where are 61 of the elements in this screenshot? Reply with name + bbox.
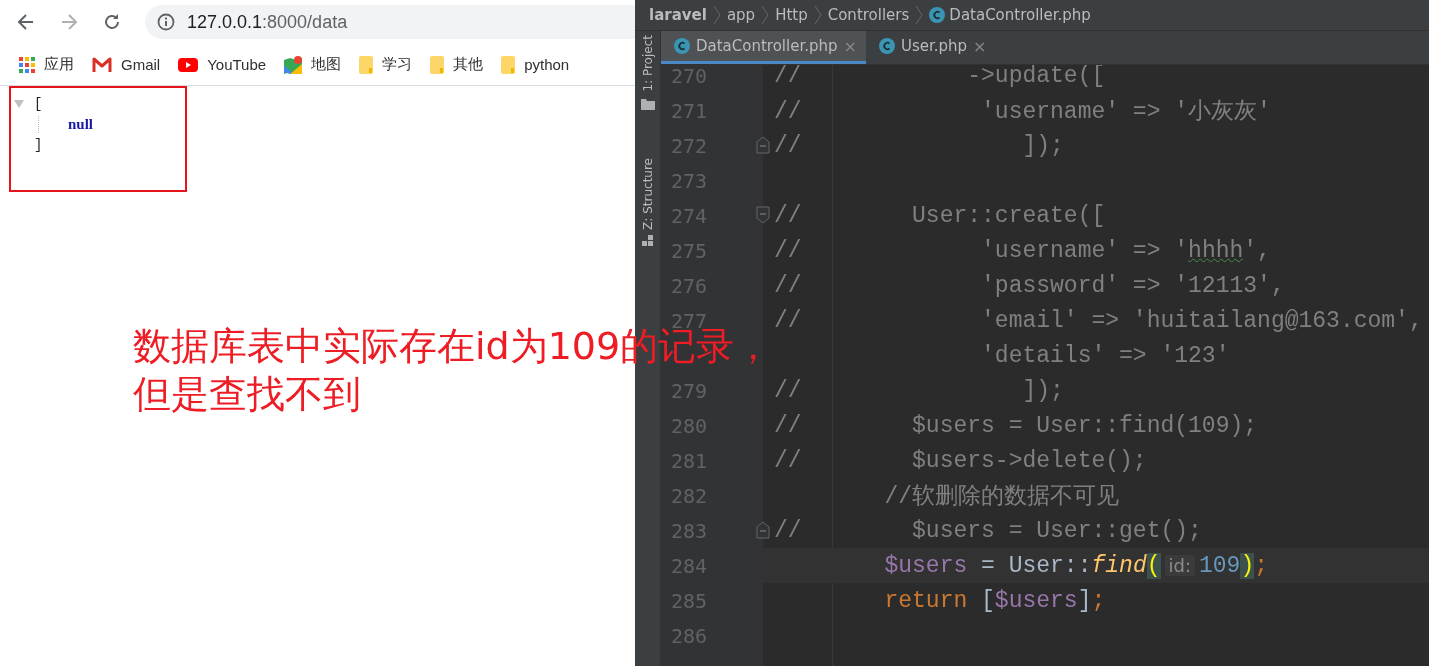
code-line: // ]);: [774, 132, 1064, 159]
json-bracket: [: [34, 96, 43, 112]
fold-icon[interactable]: [756, 206, 770, 224]
code-line: // $users->delete();: [774, 447, 1147, 474]
code-line: // 'password' => '12113',: [774, 272, 1285, 299]
chevron-icon: [915, 5, 924, 25]
bookmark[interactable]: 地图: [284, 55, 342, 74]
class-icon: [929, 7, 946, 23]
breadcrumb[interactable]: DataController.php: [929, 6, 1091, 24]
breadcrumb[interactable]: laravel: [649, 6, 707, 24]
code-line: // 'username' => '小灰灰': [774, 98, 1271, 126]
json-value: null: [68, 116, 95, 133]
expanded-triangle-icon[interactable]: [14, 100, 24, 108]
code-line: // 'email' => 'huitailang@163.com',: [774, 307, 1423, 334]
folder-icon: [640, 97, 655, 110]
bookmark[interactable]: 应用: [19, 55, 74, 74]
code-line: // User::create([: [774, 202, 1106, 229]
chevron-icon: [761, 5, 770, 25]
address-bar[interactable]: 127.0.0.1:8000/data: [145, 5, 635, 39]
info-icon: [157, 13, 175, 31]
editor-tab[interactable]: DataController.php ×: [661, 31, 866, 64]
bookmark[interactable]: Gmail: [92, 56, 161, 73]
code-line: //软删除的数据不可见: [883, 483, 1120, 511]
url-text: 127.0.0.1:8000/data: [187, 11, 348, 33]
class-icon: [878, 38, 895, 54]
code-line: // ->update([: [774, 65, 1106, 89]
folder-icon: [430, 55, 445, 74]
structure-icon: [641, 235, 654, 248]
code-line: // $users = User::find(109);: [774, 412, 1258, 439]
tool-window-tab[interactable]: 1: Project: [640, 35, 655, 92]
breadcrumb[interactable]: Controllers: [827, 6, 910, 24]
fold-icon[interactable]: [756, 136, 770, 154]
close-icon[interactable]: ×: [973, 36, 987, 56]
folder-icon: [359, 55, 374, 74]
reload-icon[interactable]: [102, 12, 122, 32]
editor-tab[interactable]: User.php ×: [865, 31, 996, 64]
mail-icon: [92, 56, 112, 73]
chevron-icon: [813, 5, 822, 25]
back-icon[interactable]: [16, 12, 36, 32]
class-icon: [674, 38, 690, 54]
tool-window-tab[interactable]: Z: Structure: [640, 157, 655, 230]
code-line: $users = User::find( id: 109);: [883, 552, 1269, 579]
folder-icon: [501, 55, 516, 74]
bookmark[interactable]: 其他: [430, 55, 484, 74]
code-line: // ]);: [774, 377, 1064, 404]
apps-grid-icon: [19, 56, 35, 73]
json-bracket: ]: [34, 137, 44, 153]
bookmark[interactable]: python: [501, 55, 570, 74]
annotation-text: 但是查找不到: [133, 371, 361, 418]
play-icon: [178, 57, 199, 72]
code-line: // $users = User::get();: [774, 517, 1202, 544]
code-line: // 'username' => 'hhhh',: [774, 237, 1271, 264]
code-line: 'details' => '123': [980, 342, 1230, 369]
bookmark[interactable]: YouTube: [178, 56, 267, 73]
fold-icon[interactable]: [756, 521, 770, 539]
chevron-icon: [712, 5, 721, 25]
map-icon: [284, 55, 303, 74]
code-line: return [$users];: [883, 587, 1106, 614]
breadcrumb[interactable]: Http: [775, 6, 808, 24]
bookmark[interactable]: 学习: [359, 55, 413, 74]
breadcrumb[interactable]: app: [726, 6, 756, 24]
